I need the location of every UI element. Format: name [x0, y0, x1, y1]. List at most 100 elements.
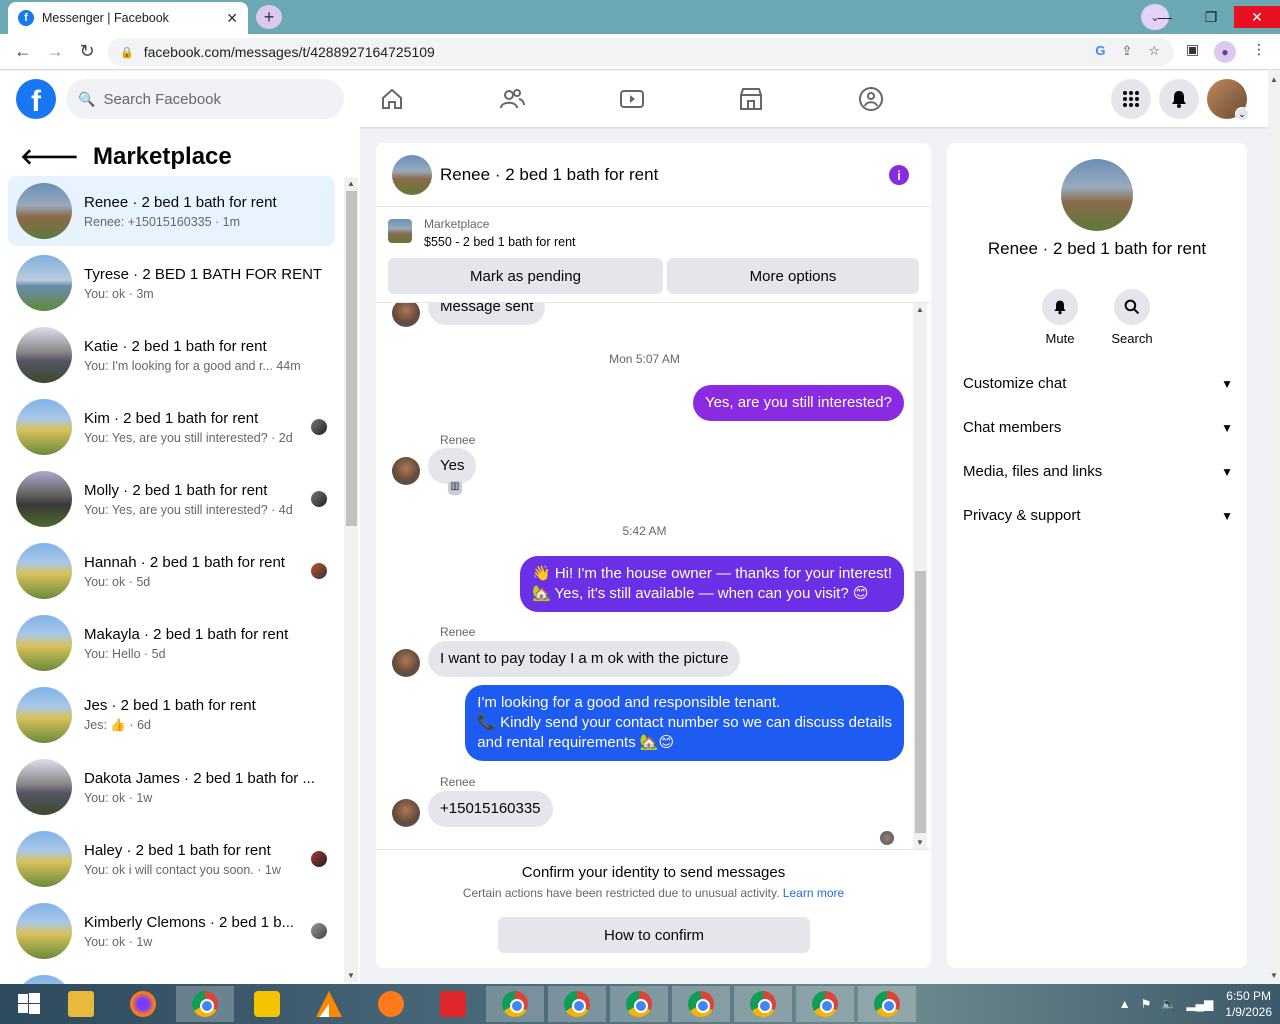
- chrome-taskbar-icon[interactable]: [610, 986, 668, 1022]
- conversation-item[interactable]: Haley · 2 bed 1 bath for rent You: ok i …: [8, 824, 335, 894]
- search-facebook-input[interactable]: 🔍 Search Facebook: [66, 79, 344, 119]
- message-bubble-incoming[interactable]: I want to pay today I a m ok with the pi…: [428, 641, 741, 677]
- reload-icon[interactable]: ↻: [76, 41, 98, 62]
- back-arrow-icon[interactable]: 🡐: [20, 144, 79, 170]
- browser-tab[interactable]: f Messenger | Facebook ✕: [8, 2, 248, 34]
- more-options-button[interactable]: More options: [667, 258, 919, 294]
- conversation-item[interactable]: Kim · 2 bed 1 bath for rent You: Yes, ar…: [8, 392, 335, 462]
- learn-more-link[interactable]: Learn more: [783, 886, 844, 900]
- customize-chat-section[interactable]: Customize chat ▼: [963, 375, 1233, 392]
- facebook-favicon-icon: f: [18, 10, 34, 26]
- scroll-down-icon[interactable]: ▼: [1270, 971, 1278, 980]
- chat-title[interactable]: Renee · 2 bed 1 bath for rent: [440, 165, 658, 185]
- chrome-taskbar-icon[interactable]: [796, 986, 854, 1022]
- mute-button[interactable]: Mute: [1030, 289, 1090, 346]
- conversation-item[interactable]: [8, 968, 335, 984]
- google-icon[interactable]: G: [1095, 43, 1105, 59]
- sidebar-panel-icon[interactable]: ▣: [1186, 41, 1199, 58]
- message-bubble-incoming[interactable]: +15015160335: [428, 791, 553, 827]
- windows-taskbar: ▲ ⚑ 🔈 ▂▄▆ 6:50 PM 1/9/2026: [0, 984, 1280, 1024]
- message-bubble-outgoing[interactable]: Yes, are you still interested?: [692, 385, 904, 421]
- conversation-item[interactable]: Makayla · 2 bed 1 bath for rent You: Hel…: [8, 608, 335, 678]
- search-conversation-button[interactable]: Search: [1102, 289, 1162, 346]
- network-flag-icon[interactable]: ⚑: [1141, 997, 1152, 1011]
- conversation-item[interactable]: Renee · 2 bed 1 bath for rent Renee: +15…: [8, 176, 335, 246]
- watch-icon[interactable]: [618, 85, 646, 113]
- clock[interactable]: 6:50 PM 1/9/2026: [1225, 988, 1272, 1020]
- chrome-taskbar-icon[interactable]: [672, 986, 730, 1022]
- media-files-section[interactable]: Media, files and links ▼: [963, 463, 1233, 480]
- scroll-up-icon[interactable]: ▲: [916, 305, 924, 314]
- volume-icon[interactable]: 🔈: [1161, 997, 1176, 1011]
- message-bubble-outgoing[interactable]: I'm looking for a good and responsible t…: [465, 685, 904, 761]
- minimize-icon[interactable]: —: [1142, 9, 1188, 25]
- conversation-item[interactable]: Katie · 2 bed 1 bath for rent You: I'm l…: [8, 320, 335, 390]
- marketplace-icon[interactable]: [737, 85, 765, 113]
- firefox-icon[interactable]: [114, 986, 172, 1022]
- url-field[interactable]: 🔒 facebook.com/messages/t/42889271647251…: [108, 38, 1174, 66]
- show-hidden-icons-icon[interactable]: ▲: [1119, 997, 1131, 1011]
- restore-icon[interactable]: ❐: [1188, 9, 1234, 26]
- mark-as-pending-button[interactable]: Mark as pending: [388, 258, 663, 294]
- message-bubble-outgoing[interactable]: 👋 Hi! I'm the house owner — thanks for y…: [519, 556, 904, 612]
- sidebar-scrollbar[interactable]: ▲ ▼: [344, 177, 358, 982]
- page-scrollbar[interactable]: ▲ ▼: [1268, 71, 1280, 984]
- chrome-taskbar-icon[interactable]: [176, 986, 234, 1022]
- friends-icon[interactable]: [498, 85, 526, 113]
- scrollbar-thumb[interactable]: [346, 191, 357, 526]
- mute-label: Mute: [1045, 331, 1075, 346]
- listing-thumbnail[interactable]: [1061, 159, 1133, 231]
- conversation-details-panel: Renee · 2 bed 1 bath for rent Mute Searc…: [947, 143, 1247, 968]
- chat-members-section[interactable]: Chat members ▼: [963, 419, 1233, 436]
- chrome-taskbar-icon[interactable]: [858, 986, 916, 1022]
- bookmark-star-icon[interactable]: ☆: [1148, 43, 1160, 59]
- facebook-logo-icon[interactable]: f: [16, 79, 56, 119]
- account-avatar[interactable]: ⌄: [1207, 79, 1249, 121]
- scroll-up-icon[interactable]: ▲: [347, 179, 355, 188]
- scroll-up-icon[interactable]: ▲: [1270, 75, 1278, 84]
- chevron-down-icon: ▼: [1221, 508, 1233, 523]
- share-icon[interactable]: ⇪: [1121, 43, 1132, 59]
- new-tab-button[interactable]: +: [256, 5, 282, 29]
- message-bubble-incoming[interactable]: Message sent: [428, 303, 546, 325]
- how-to-confirm-button[interactable]: How to confirm: [498, 917, 810, 953]
- conversation-item[interactable]: Tyrese · 2 BED 1 BATH FOR RENT You: ok ·…: [8, 248, 335, 318]
- listing-title[interactable]: $550 - 2 bed 1 bath for rent: [424, 235, 576, 249]
- listing-thumbnail[interactable]: [392, 154, 432, 195]
- bell-icon: [1042, 289, 1078, 325]
- chrome-menu-icon[interactable]: ⋮: [1252, 41, 1266, 58]
- signal-icon[interactable]: ▂▄▆: [1186, 997, 1213, 1011]
- close-tab-icon[interactable]: ✕: [226, 10, 238, 27]
- start-button[interactable]: [0, 986, 58, 1022]
- conversation-item[interactable]: Molly · 2 bed 1 bath for rent You: Yes, …: [8, 464, 335, 534]
- conversation-item[interactable]: Kimberly Clemons · 2 bed 1 b... You: ok …: [8, 896, 335, 966]
- scroll-down-icon[interactable]: ▼: [916, 838, 924, 847]
- vlc-icon[interactable]: [300, 986, 358, 1022]
- chrome-taskbar-icon[interactable]: [548, 986, 606, 1022]
- chrome-profile-icon[interactable]: ●: [1214, 41, 1236, 63]
- chat-scrollbar[interactable]: ▲ ▼: [913, 303, 927, 849]
- message-bubble-incoming[interactable]: Yes: [428, 448, 477, 484]
- player-icon[interactable]: [238, 986, 296, 1022]
- back-arrow-icon[interactable]: ←: [12, 41, 34, 62]
- uc-browser-icon[interactable]: [362, 986, 420, 1022]
- conversation-item[interactable]: Dakota James · 2 bed 1 bath for ... You:…: [8, 752, 335, 822]
- privacy-support-section[interactable]: Privacy & support ▼: [963, 507, 1233, 524]
- home-icon[interactable]: [378, 85, 406, 113]
- chrome-taskbar-icon[interactable]: [734, 986, 792, 1022]
- wps-office-icon[interactable]: [424, 986, 482, 1022]
- groups-icon[interactable]: [857, 85, 885, 113]
- notifications-bell-icon[interactable]: [1159, 79, 1199, 119]
- message-line: 🏡 Yes, it's still available — when can y…: [531, 585, 869, 602]
- chrome-taskbar-icon[interactable]: [486, 986, 544, 1022]
- section-label: Media, files and links: [963, 463, 1103, 480]
- conversation-item[interactable]: Jes · 2 bed 1 bath for rent Jes: 👍 · 6d: [8, 680, 335, 750]
- scroll-down-icon[interactable]: ▼: [347, 971, 355, 980]
- forward-arrow-icon[interactable]: →: [44, 41, 66, 62]
- info-icon[interactable]: i: [889, 165, 909, 185]
- file-explorer-icon[interactable]: [52, 986, 110, 1022]
- menu-grid-icon[interactable]: [1111, 79, 1151, 119]
- window-close-icon[interactable]: ✕: [1234, 6, 1280, 28]
- conversation-item[interactable]: Hannah · 2 bed 1 bath for rent You: ok ·…: [8, 536, 335, 606]
- scrollbar-thumb[interactable]: [915, 571, 926, 833]
